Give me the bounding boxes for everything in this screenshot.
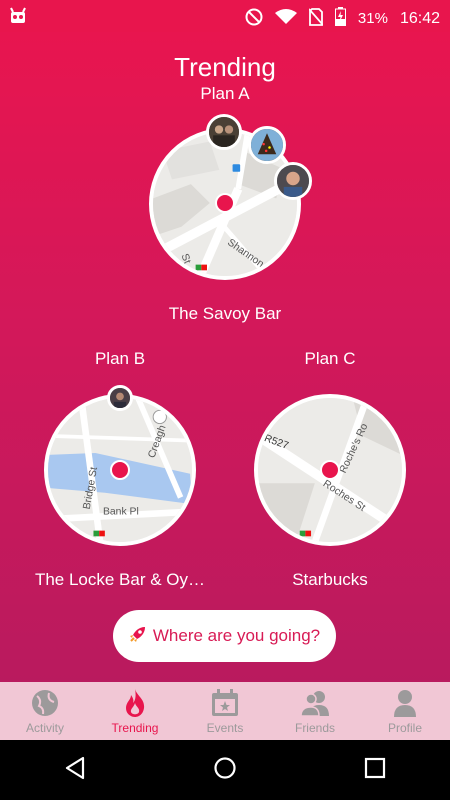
plan-a-venue[interactable]: The Savoy Bar <box>100 304 350 324</box>
friend-avatar[interactable] <box>206 114 242 150</box>
plan-b-label: Plan B <box>94 349 146 368</box>
nav-item-profile[interactable]: Profile <box>360 682 450 740</box>
friend-avatar[interactable] <box>274 162 312 200</box>
system-navigation-bar <box>0 740 450 800</box>
where-button-label: Where are you going? <box>152 626 321 645</box>
nav-item-friends[interactable]: Friends <box>270 682 360 740</box>
calendar-star-icon <box>209 688 241 721</box>
nav-item-trending[interactable]: Trending <box>90 682 180 740</box>
plan-b-location-pin <box>110 460 130 480</box>
where-are-you-going-button[interactable]: Where are you going? <box>113 610 336 662</box>
nav-label: Events <box>206 721 244 735</box>
plan-b-venue[interactable]: The Locke Bar & Oy… <box>15 570 225 590</box>
nav-item-activity[interactable]: Activity <box>0 682 90 740</box>
street-label-bank-pl: Bank Pl <box>103 507 139 518</box>
flame-icon <box>119 688 151 721</box>
recents-icon[interactable] <box>363 756 387 785</box>
trending-screen: Trending Plan A Shannon St The Savoy Bar… <box>0 32 450 682</box>
wifi-icon <box>274 8 297 29</box>
friends-icon <box>299 688 331 721</box>
friend-avatar[interactable] <box>107 385 133 411</box>
plan-c-label: Plan C <box>304 349 356 368</box>
bottom-nav: Activity Trending Events Friends Profile <box>0 682 450 740</box>
friend-avatar[interactable] <box>248 126 286 164</box>
nav-label: Trending <box>111 721 159 735</box>
page-title: Trending <box>174 52 276 82</box>
rocket-icon <box>129 625 147 648</box>
battery-percent: 31% <box>357 10 388 27</box>
nav-item-events[interactable]: Events <box>180 682 270 740</box>
plan-c-location-pin <box>320 460 340 480</box>
globe-icon <box>29 688 61 721</box>
nav-label: Friends <box>294 721 335 735</box>
home-icon[interactable] <box>213 756 237 785</box>
nav-label: Profile <box>387 721 422 735</box>
battery-charging-icon <box>334 7 346 30</box>
clock: 16:42 <box>399 9 440 27</box>
status-bar: 31% 16:42 <box>0 0 450 32</box>
back-icon[interactable] <box>63 756 87 785</box>
plan-a-label: Plan A <box>200 84 250 103</box>
nav-label: Activity <box>25 721 64 735</box>
bus-stop-icon <box>232 164 241 172</box>
android-debug-icon <box>8 6 28 30</box>
profile-icon <box>389 688 421 721</box>
plan-a-location-pin <box>215 193 235 213</box>
no-sim-icon <box>308 7 324 30</box>
plan-c-venue[interactable]: Starbucks <box>240 570 420 590</box>
dnd-icon <box>245 8 263 30</box>
